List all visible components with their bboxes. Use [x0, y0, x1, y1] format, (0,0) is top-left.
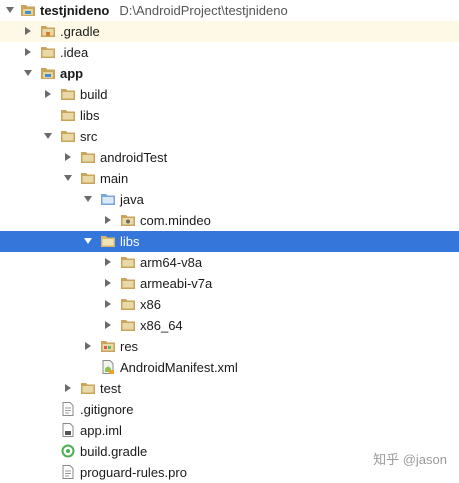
gradle-file-icon — [60, 444, 76, 458]
folder-icon — [40, 24, 56, 38]
tree-item-label: proguard-rules.pro — [80, 465, 187, 480]
tree-item-label: libs — [80, 108, 100, 123]
tree-item-label: androidTest — [100, 150, 168, 165]
module-folder-icon — [40, 66, 56, 80]
package-icon — [120, 213, 136, 227]
chevron-down-icon[interactable] — [22, 67, 34, 79]
tree-item-libs[interactable]: libs — [0, 105, 459, 126]
folder-icon — [120, 297, 136, 311]
project-tree: testjnideno D:\AndroidProject\testjnideno… — [0, 0, 459, 482]
tree-item-label: main — [100, 171, 129, 186]
chevron-down-icon[interactable] — [42, 130, 54, 142]
tree-item-label: app.iml — [80, 423, 122, 438]
watermark: 知乎 @jason — [373, 452, 447, 467]
folder-icon — [80, 381, 96, 395]
text-file-icon — [60, 465, 76, 479]
tree-item-label: src — [80, 129, 98, 144]
chevron-right-icon[interactable] — [102, 277, 114, 289]
chevron-right-icon[interactable] — [102, 319, 114, 331]
tree-item-x86-64[interactable]: x86_64 — [0, 315, 459, 336]
tree-item-res[interactable]: res — [0, 336, 459, 357]
tree-item-test[interactable]: test — [0, 378, 459, 399]
tree-item-gradle[interactable]: .gradle — [0, 21, 459, 42]
tree-item-label: libs — [120, 234, 140, 249]
tree-item-label: .idea — [60, 45, 89, 60]
tree-item-label: x86_64 — [140, 318, 183, 333]
tree-item-label: java — [120, 192, 144, 207]
chevron-down-icon[interactable] — [62, 172, 74, 184]
chevron-right-icon[interactable] — [42, 88, 54, 100]
folder-icon — [60, 87, 76, 101]
tree-item-label: AndroidManifest.xml — [120, 360, 238, 375]
tree-item-label: build.gradle — [80, 444, 148, 459]
module-folder-icon — [20, 3, 36, 17]
chevron-down-icon[interactable] — [4, 4, 16, 16]
tree-item-label: app — [60, 66, 84, 81]
resource-folder-icon — [100, 339, 116, 353]
chevron-right-icon[interactable] — [22, 25, 34, 37]
tree-item-idea[interactable]: .idea — [0, 42, 459, 63]
tree-item-androidtest[interactable]: androidTest — [0, 147, 459, 168]
tree-item-java[interactable]: java — [0, 189, 459, 210]
tree-item-app[interactable]: app — [0, 63, 459, 84]
tree-item-android-manifest[interactable]: AndroidManifest.xml — [0, 357, 459, 378]
chevron-right-icon[interactable] — [102, 214, 114, 226]
source-folder-icon — [100, 192, 116, 206]
tree-item-label: testjnideno D:\AndroidProject\testjnideno — [40, 3, 288, 18]
project-path: D:\AndroidProject\testjnideno — [119, 3, 288, 18]
tree-item-src[interactable]: src — [0, 126, 459, 147]
manifest-file-icon — [100, 360, 116, 374]
folder-icon — [80, 171, 96, 185]
tree-item-x86[interactable]: x86 — [0, 294, 459, 315]
folder-icon — [60, 108, 76, 122]
tree-item-app-iml[interactable]: app.iml — [0, 420, 459, 441]
iml-file-icon — [60, 423, 76, 437]
tree-item-label: x86 — [140, 297, 161, 312]
chevron-right-icon[interactable] — [102, 298, 114, 310]
chevron-right-icon[interactable] — [62, 382, 74, 394]
tree-item-root[interactable]: testjnideno D:\AndroidProject\testjnideno — [0, 0, 459, 21]
folder-icon — [100, 234, 116, 248]
tree-item-armeabi-v7a[interactable]: armeabi-v7a — [0, 273, 459, 294]
tree-item-label: res — [120, 339, 139, 354]
tree-item-label: test — [100, 381, 121, 396]
chevron-right-icon[interactable] — [62, 151, 74, 163]
folder-icon — [40, 45, 56, 59]
folder-icon — [60, 129, 76, 143]
tree-item-build[interactable]: build — [0, 84, 459, 105]
folder-icon — [120, 276, 136, 290]
tree-item-label: arm64-v8a — [140, 255, 203, 270]
text-file-icon — [60, 402, 76, 416]
tree-item-label: .gitignore — [80, 402, 134, 417]
tree-item-label: .gradle — [60, 24, 100, 39]
tree-item-gitignore[interactable]: .gitignore — [0, 399, 459, 420]
folder-icon — [120, 255, 136, 269]
chevron-down-icon[interactable] — [82, 193, 94, 205]
tree-item-arm64-v8a[interactable]: arm64-v8a — [0, 252, 459, 273]
chevron-right-icon[interactable] — [102, 256, 114, 268]
tree-item-com-mindeo[interactable]: com.mindeo — [0, 210, 459, 231]
tree-item-main[interactable]: main — [0, 168, 459, 189]
tree-item-label: com.mindeo — [140, 213, 211, 228]
tree-item-label: build — [80, 87, 108, 102]
folder-icon — [80, 150, 96, 164]
chevron-right-icon[interactable] — [82, 340, 94, 352]
folder-icon — [120, 318, 136, 332]
chevron-down-icon[interactable] — [82, 235, 94, 247]
tree-item-label: armeabi-v7a — [140, 276, 213, 291]
tree-item-libs-selected[interactable]: libs — [0, 231, 459, 252]
chevron-right-icon[interactable] — [22, 46, 34, 58]
